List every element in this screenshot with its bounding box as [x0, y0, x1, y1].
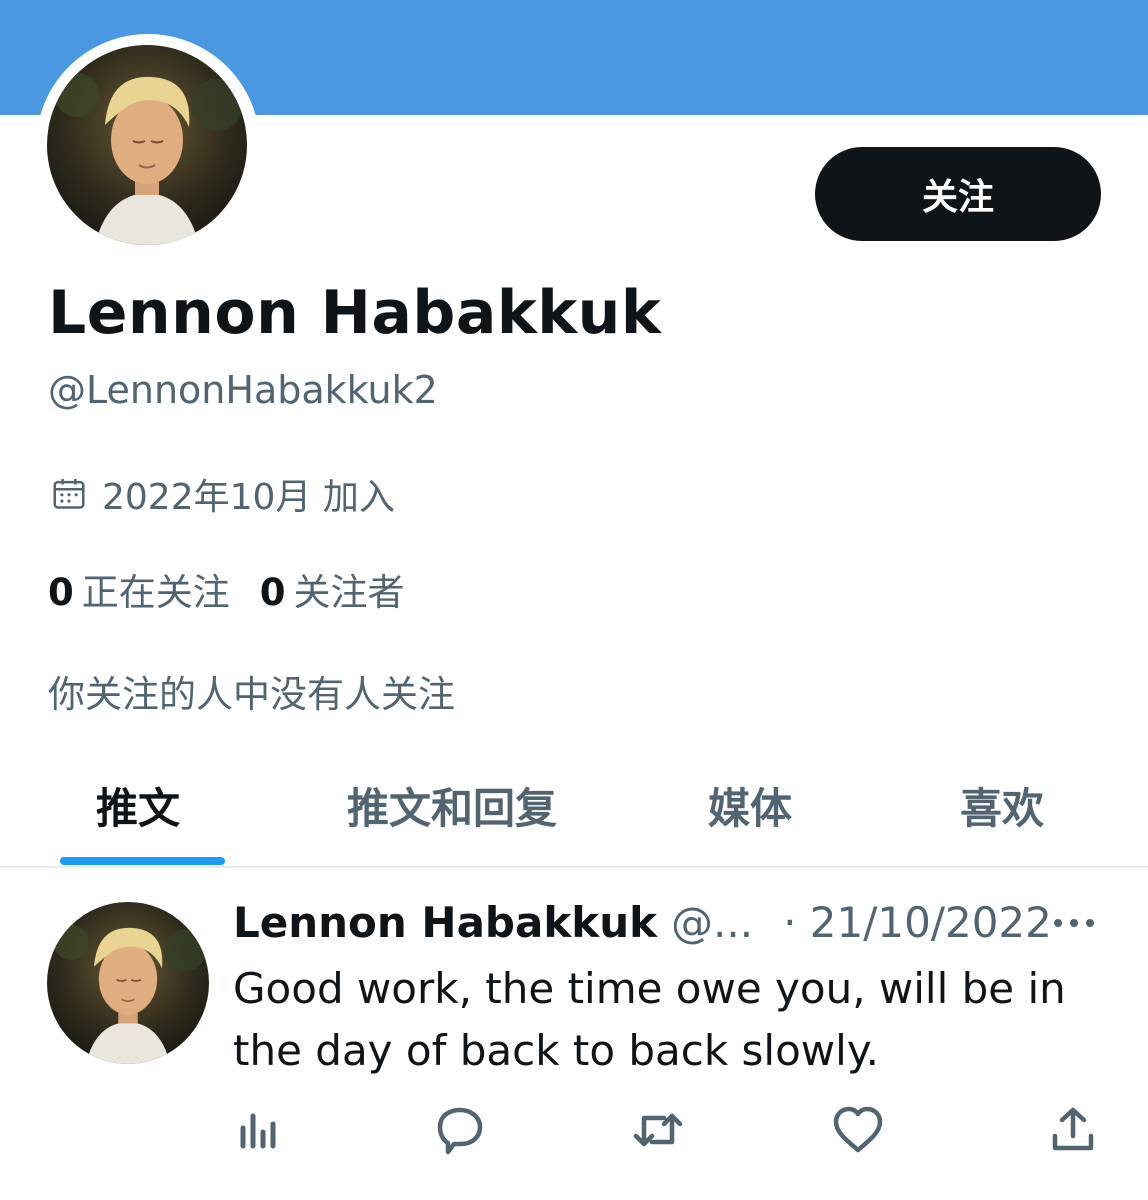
tabs-divider — [0, 866, 1148, 868]
following-count[interactable]: 0 — [48, 571, 74, 614]
tweet-header: Lennon Habakkuk @... · 21/10/2022 — [233, 898, 1052, 947]
active-tab-indicator — [60, 857, 225, 865]
follow-stats: 0 正在关注 0 关注者 — [48, 562, 435, 616]
tab-likes[interactable]: 喜欢 — [960, 775, 1044, 836]
followers-count[interactable]: 0 — [260, 571, 286, 614]
tab-media[interactable]: 媒体 — [708, 775, 792, 836]
more-dots-icon[interactable] — [1052, 912, 1096, 934]
tweet-text: Good work, the time owe you, will be in … — [233, 964, 1066, 1075]
reply-icon[interactable] — [432, 1102, 488, 1158]
tweet-author-handle[interactable]: @... — [671, 898, 753, 947]
profile-tabs: 推文 推文和回复 媒体 喜欢 — [0, 760, 1148, 866]
joined-date: 2022年10月 加入 — [50, 468, 395, 520]
tweet-author-name[interactable]: Lennon Habakkuk — [233, 898, 657, 947]
analytics-icon[interactable] — [231, 1102, 287, 1158]
avatar-photo — [47, 902, 209, 1064]
following-label[interactable]: 正在关注 — [82, 562, 230, 616]
avatar-photo — [47, 45, 247, 245]
share-icon[interactable] — [1045, 1102, 1101, 1158]
mutual-followers-text: 你关注的人中没有人关注 — [48, 673, 455, 716]
follow-button[interactable]: 关注 — [815, 147, 1101, 241]
tab-tweets[interactable]: 推文 — [96, 775, 180, 836]
followers-label[interactable]: 关注者 — [294, 562, 405, 616]
profile-handle: @LennonHabakkuk2 — [48, 368, 438, 412]
tweet-avatar[interactable] — [47, 902, 209, 1064]
profile-display-name: Lennon Habakkuk — [48, 278, 662, 348]
tab-tweets-and-replies[interactable]: 推文和回复 — [347, 775, 557, 836]
joined-text: 2022年10月 加入 — [102, 477, 395, 518]
calendar-icon — [53, 478, 85, 509]
like-icon[interactable] — [830, 1102, 886, 1158]
retweet-icon[interactable] — [630, 1102, 686, 1158]
tweet-date[interactable]: · 21/10/2022 — [783, 898, 1052, 947]
profile-avatar[interactable] — [47, 45, 247, 245]
